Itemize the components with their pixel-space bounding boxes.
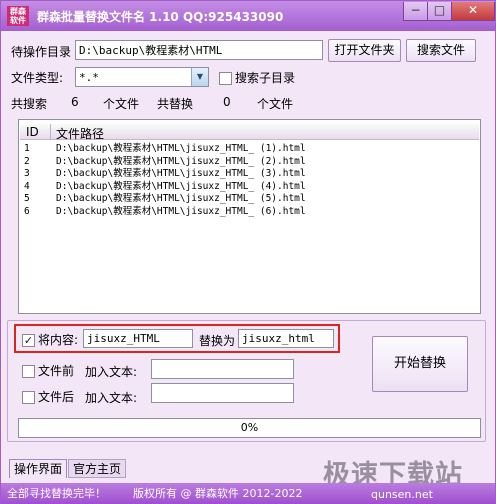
file-list[interactable]: ID 文件路径 1 D:\backup\教程素材\HTML\jisuxz_HTML… <box>18 119 481 314</box>
tab-operation[interactable]: 操作界面 <box>9 459 68 478</box>
minimize-button[interactable]: − <box>403 2 428 21</box>
suffix-add-label: 加入文本: <box>85 391 138 405</box>
column-header-id[interactable]: ID <box>26 125 39 139</box>
filetype-select[interactable]: *.* <box>75 67 209 87</box>
row-id: 4 <box>24 180 30 192</box>
row-path: D:\backup\教程素材\HTML\jisuxz_HTML_ (4).htm… <box>56 180 306 192</box>
prefix-add-label: 加入文本: <box>85 365 138 379</box>
start-replace-button[interactable]: 开始替换 <box>372 336 468 392</box>
search-files-button[interactable]: 搜索文件 <box>406 39 476 62</box>
list-item[interactable]: 3 D:\backup\教程素材\HTML\jisuxz_HTML_ (3).ht… <box>20 168 479 181</box>
checkbox-box <box>22 391 35 404</box>
target-dir-label: 待操作目录 <box>11 45 72 59</box>
filetype-value: *.* <box>79 71 99 84</box>
open-folder-button[interactable]: 打开文件夹 <box>328 39 401 62</box>
row-path: D:\backup\教程素材\HTML\jisuxz_HTML_ (3).htm… <box>56 168 306 179</box>
list-item[interactable]: 1 D:\backup\教程素材\HTML\jisuxz_HTML_ (1).ht… <box>20 143 479 156</box>
copyright-text: 版权所有 @ 群森软件 2012-2022 <box>133 487 303 500</box>
progress-bar: 0% <box>18 418 481 438</box>
app-logo: 群森 软件 <box>7 6 29 26</box>
maximize-button[interactable]: □ <box>427 2 452 21</box>
prefix-text-input[interactable] <box>151 359 294 379</box>
prefix-checkbox[interactable]: 文件前 <box>22 362 74 379</box>
filetype-label: 文件类型: <box>11 71 64 85</box>
search-subdirs-label: 搜索子目录 <box>235 71 296 85</box>
file-list-rows: 1 D:\backup\教程素材\HTML\jisuxz_HTML_ (1).ht… <box>20 143 479 218</box>
total-search-unit: 个文件 <box>103 97 140 111</box>
status-message: 全部寻找替换完毕！ <box>7 487 106 500</box>
list-item[interactable]: 4 D:\backup\教程素材\HTML\jisuxz_HTML_ (4).ht… <box>20 181 479 194</box>
suffix-label: 文件后 <box>38 390 75 404</box>
checkbox-box <box>219 72 232 85</box>
row-path: D:\backup\教程素材\HTML\jisuxz_HTML_ (6).htm… <box>56 205 306 217</box>
checkbox-box <box>22 365 35 378</box>
list-item[interactable]: 5 D:\backup\教程素材\HTML\jisuxz_HTML_ (5).ht… <box>20 193 479 206</box>
total-replace-unit: 个文件 <box>257 97 294 111</box>
row-id: 1 <box>24 143 30 154</box>
replace-to-input[interactable]: jisuxz_html <box>238 329 334 348</box>
replace-with-label: 替换为 <box>199 334 236 348</box>
column-header-path[interactable]: 文件路径 <box>56 125 104 142</box>
total-search-count: 6 <box>71 95 79 109</box>
total-replace-count: 0 <box>223 95 231 109</box>
search-subdirs-checkbox[interactable]: 搜索子目录 <box>219 69 295 86</box>
row-id: 2 <box>24 155 30 167</box>
app-window: 群森 软件 群森批量替换文件名 1.10 QQ:925433090 − □ ✕ … <box>0 0 496 504</box>
total-search-label: 共搜索 <box>11 97 48 111</box>
replace-content-checkbox[interactable]: ✓ 将内容: <box>22 331 78 348</box>
list-item[interactable]: 2 D:\backup\教程素材\HTML\jisuxz_HTML_ (2).ht… <box>20 156 479 169</box>
row-id: 6 <box>24 205 30 217</box>
row-path: D:\backup\教程素材\HTML\jisuxz_HTML_ (5).htm… <box>56 193 306 204</box>
row-id: 5 <box>24 193 30 204</box>
watermark-url: qunsen.net <box>371 488 433 501</box>
row-id: 3 <box>24 168 30 179</box>
list-item[interactable]: 6 D:\backup\教程素材\HTML\jisuxz_HTML_ (6).ht… <box>20 206 479 219</box>
progress-text: 0% <box>240 421 259 434</box>
tab-homepage[interactable]: 官方主页 <box>68 459 127 478</box>
row-path: D:\backup\教程素材\HTML\jisuxz_HTML_ (2).htm… <box>56 155 306 167</box>
total-replace-label: 共替换 <box>157 97 194 111</box>
chevron-down-icon[interactable]: ▼ <box>191 68 208 86</box>
row-path: D:\backup\教程素材\HTML\jisuxz_HTML_ (1).htm… <box>56 143 306 154</box>
window-title: 群森批量替换文件名 1.10 QQ:925433090 <box>37 10 284 24</box>
close-button[interactable]: ✕ <box>451 2 495 21</box>
replace-content-label: 将内容: <box>38 333 79 347</box>
suffix-text-input[interactable] <box>151 383 294 403</box>
title-bar[interactable]: 群森 软件 群森批量替换文件名 1.10 QQ:925433090 − □ ✕ <box>1 1 495 31</box>
prefix-label: 文件前 <box>38 364 75 378</box>
target-dir-input[interactable]: D:\backup\教程素材\HTML <box>75 40 323 60</box>
file-list-header: ID 文件路径 <box>20 124 479 142</box>
checkmark-icon: ✓ <box>22 334 35 347</box>
suffix-checkbox[interactable]: 文件后 <box>22 388 74 405</box>
column-divider[interactable] <box>50 124 51 140</box>
replace-from-input[interactable]: jisuxz_HTML <box>83 329 193 348</box>
